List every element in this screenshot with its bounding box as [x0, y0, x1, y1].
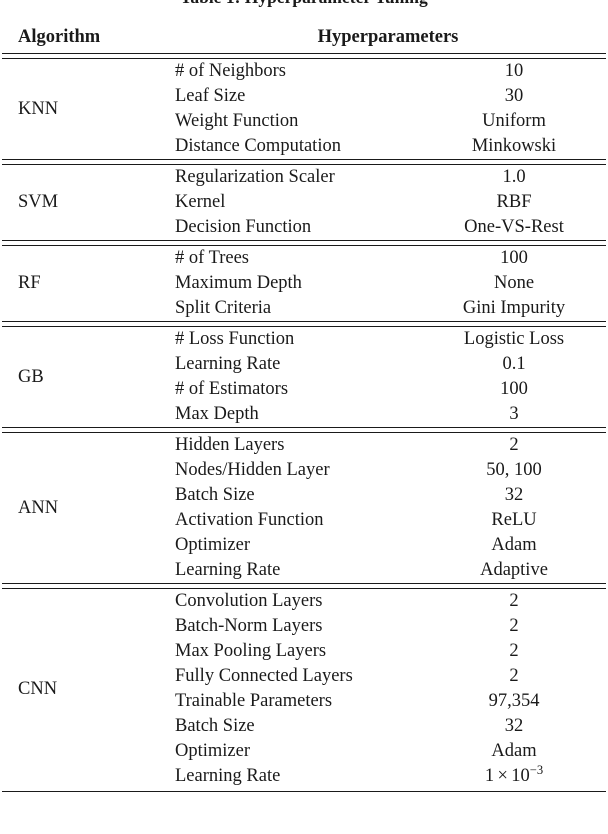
algorithm-label: KNN [18, 98, 59, 119]
hyperparameter-value: 2 [509, 435, 519, 455]
hyperparameter-name: Batch Size [175, 716, 255, 736]
hyperparameter-name: # of Trees [175, 248, 250, 268]
hyperparameter-name: Maximum Depth [175, 273, 302, 293]
hyperparameter-name: # Loss Function [175, 329, 295, 349]
table-row: ANN Hidden Layers 2 [2, 433, 606, 518]
hyperparameter-value: 2 [509, 666, 519, 686]
hyperparameter-name: Nodes/Hidden Layer [175, 460, 330, 480]
hyperparameter-value: 2 [509, 591, 519, 611]
hyperparameter-name: Split Criteria [175, 298, 272, 318]
hyperparameter-value: ReLU [491, 510, 537, 530]
hyperparameter-value: 32 [504, 716, 524, 736]
hyperparameter-value: One-VS-Rest [464, 217, 564, 237]
column-header-algorithm: Algorithm [18, 27, 101, 47]
algorithm-label: GB [18, 366, 44, 387]
algorithm-label: CNN [18, 678, 58, 699]
hyperparameter-value: Adam [491, 535, 537, 555]
hyperparameter-value: 1.0 [502, 167, 526, 187]
hyperparameter-name: Optimizer [175, 741, 251, 761]
hyperparameter-value: 100 [500, 248, 528, 268]
hyperparameter-value: 1 × 10−3 [484, 762, 544, 786]
algorithm-label: SVM [18, 192, 59, 212]
hyperparameter-name: Distance Computation [175, 136, 341, 156]
column-header-hyperparameters: Hyperparameters [317, 27, 459, 47]
hyperparameter-value: 3 [509, 404, 519, 424]
table-body: KNN # of Neighbors 10 Leaf Size 30 Weight Fun… [2, 59, 607, 793]
hyperparameter-value: 2 [509, 641, 519, 661]
hyperparameter-name: Convolution Layers [175, 591, 323, 611]
hyperparameter-name: Fully Connected Layers [175, 666, 353, 686]
hyperparameter-value: Uniform [482, 111, 546, 131]
hyperparameter-value: Logistic Loss [463, 329, 565, 349]
table-figure: Table 1: Hyperparameter Tuning Algorithm… [0, 0, 608, 834]
hyperparameter-name: Decision Function [175, 217, 312, 237]
table-row: SVM Regularization Scaler 1.0 [2, 165, 606, 212]
hyperparameter-value: Minkowski [471, 136, 557, 156]
table-row: KNN # of Neighbors 10 [2, 59, 606, 119]
hyperparameter-value: 97,354 [488, 691, 540, 711]
hyperparameter-name: Learning Rate [175, 560, 281, 580]
table-row: RF # of Trees 100 [2, 246, 606, 293]
hyperparameter-tuning-table: Algorithm Hyperparameters KNN # of Neighb… [2, 26, 607, 793]
hyperparameter-value: 30 [504, 86, 524, 106]
hyperparameter-name: Activation Function [175, 510, 324, 530]
table-row: CNN Convolution Layers 2 [2, 589, 606, 699]
table-caption-clip: Table 1: Hyperparameter Tuning [0, 0, 608, 11]
hyperparameter-name: Learning Rate [175, 354, 281, 374]
hyperparameter-value: Adaptive [480, 560, 548, 580]
hyperparameter-name: Hidden Layers [175, 435, 285, 455]
hyperparameter-value: 0.1 [502, 354, 526, 374]
hyperparameter-value: RBF [496, 192, 532, 212]
hyperparameter-value: 50, 100 [486, 460, 542, 480]
table-caption: Table 1: Hyperparameter Tuning [0, 0, 608, 7]
hyperparameter-name: Optimizer [175, 535, 251, 555]
algorithm-label: RF [18, 273, 41, 293]
hyperparameter-name: Kernel [175, 192, 226, 212]
algorithm-label: ANN [18, 497, 59, 518]
hyperparameter-name: # of Estimators [175, 379, 289, 399]
hyperparameter-value: Gini Impurity [462, 298, 566, 318]
hyperparameter-name: Weight Function [175, 111, 299, 131]
hyperparameter-name: Leaf Size [175, 86, 246, 106]
hyperparameter-value: 32 [504, 485, 524, 505]
hyperparameter-name: Batch-Norm Layers [175, 616, 323, 636]
hyperparameter-value: None [493, 273, 535, 293]
table-header-row: Algorithm Hyperparameters [2, 26, 606, 53]
hyperparameter-name: Learning Rate [175, 766, 281, 786]
hyperparameter-name: # of Neighbors [175, 61, 286, 81]
hyperparameter-value: Adam [491, 741, 537, 761]
hyperparameter-value: 100 [500, 379, 528, 399]
hyperparameter-value: 10 [504, 61, 524, 81]
hyperparameter-name: Batch Size [175, 485, 255, 505]
hyperparameter-name: Max Pooling Layers [175, 641, 327, 661]
table-bottom-rule [2, 790, 607, 792]
hyperparameter-name: Regularization Scaler [175, 167, 335, 187]
section-rule-cell [2, 789, 607, 793]
hyperparameter-value: 2 [509, 616, 519, 636]
table-row: GB # Loss Function Logistic Loss [2, 327, 606, 387]
hyperparameter-name: Max Depth [175, 404, 259, 424]
section-rule-row [2, 789, 607, 793]
hyperparameter-name: Trainable Parameters [175, 691, 333, 711]
table-header: Algorithm Hyperparameters [2, 26, 607, 59]
